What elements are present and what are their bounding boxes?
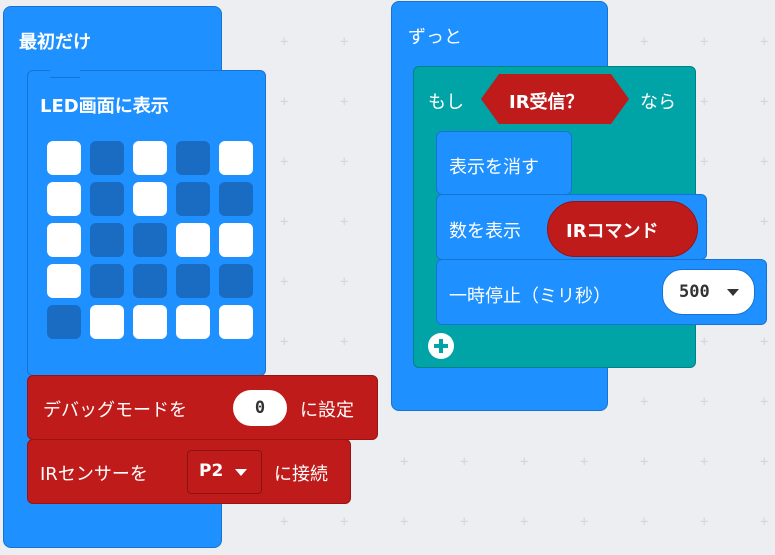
grid-mark: + xyxy=(340,334,349,350)
ir-pin-value: P2 xyxy=(199,461,224,481)
debug-mode-label-pre: デバッグモードを xyxy=(43,400,187,421)
grid-mark: + xyxy=(640,514,649,530)
pause-duration-dropdown[interactable]: 500 xyxy=(662,269,755,315)
grid-mark: + xyxy=(400,514,409,530)
led-cell[interactable] xyxy=(219,182,253,216)
grid-mark: + xyxy=(580,514,589,530)
led-cell[interactable] xyxy=(133,223,167,257)
grid-mark: + xyxy=(760,454,769,470)
grid-mark: + xyxy=(520,514,529,530)
led-cell[interactable] xyxy=(176,305,210,339)
ir-pin-dropdown[interactable]: P2 xyxy=(187,450,262,494)
show-leds-notch xyxy=(50,70,80,78)
grid-mark: + xyxy=(400,454,409,470)
grid-mark: + xyxy=(460,454,469,470)
then-label: なら xyxy=(640,92,676,113)
grid-mark: + xyxy=(340,514,349,530)
grid-mark: + xyxy=(760,514,769,530)
grid-mark: + xyxy=(340,94,349,110)
grid-mark: + xyxy=(700,94,709,110)
on-start-label: 最初だけ xyxy=(19,32,91,53)
led-cell[interactable] xyxy=(47,264,81,298)
grid-mark: + xyxy=(700,454,709,470)
grid-mark: + xyxy=(340,214,349,230)
grid-mark: + xyxy=(340,274,349,290)
grid-mark: + xyxy=(460,514,469,530)
grid-mark: + xyxy=(760,214,769,230)
led-cell[interactable] xyxy=(219,223,253,257)
led-cell[interactable] xyxy=(133,182,167,216)
grid-mark: + xyxy=(280,94,289,110)
grid-mark: + xyxy=(340,34,349,50)
grid-mark: + xyxy=(700,34,709,50)
grid-mark: + xyxy=(640,394,649,410)
led-cell[interactable] xyxy=(219,141,253,175)
show-leds-label: LED画面に表示 xyxy=(40,96,169,117)
led-cell[interactable] xyxy=(219,264,253,298)
grid-mark: + xyxy=(280,274,289,290)
led-cell[interactable] xyxy=(47,141,81,175)
led-cell[interactable] xyxy=(176,182,210,216)
grid-mark: + xyxy=(520,454,529,470)
blocks-workspace[interactable]: + + + + + + + + + + + + + + + + + + + + + + + + + + + + + + + + + + + + + + + +… xyxy=(0,0,775,555)
pause-value: 500 xyxy=(679,282,710,302)
led-cell[interactable] xyxy=(90,223,124,257)
debug-mode-input[interactable]: 0 xyxy=(233,390,287,426)
grid-mark: + xyxy=(760,94,769,110)
grid-mark: + xyxy=(700,514,709,530)
grid-mark: + xyxy=(760,394,769,410)
debug-mode-label-post: に設定 xyxy=(300,400,354,421)
led-cell[interactable] xyxy=(90,264,124,298)
pause-label: 一時停止（ミリ秒） xyxy=(449,286,611,307)
clear-screen-label: 表示を消す xyxy=(449,157,539,178)
led-cell[interactable] xyxy=(47,305,81,339)
ir-connect-label-pre: IRセンサーを xyxy=(40,464,148,485)
led-cell[interactable] xyxy=(47,223,81,257)
led-cell[interactable] xyxy=(90,305,124,339)
chevron-down-icon xyxy=(727,289,739,296)
grid-mark: + xyxy=(280,334,289,350)
led-cell[interactable] xyxy=(133,141,167,175)
led-cell[interactable] xyxy=(133,264,167,298)
debug-mode-value: 0 xyxy=(254,398,266,418)
led-cell[interactable] xyxy=(47,182,81,216)
grid-mark: + xyxy=(760,34,769,50)
ir-command-label: IRコマンド xyxy=(566,221,659,242)
grid-mark: + xyxy=(340,154,349,170)
grid-mark: + xyxy=(760,154,769,170)
if-label: もし xyxy=(428,92,464,113)
ir-connect-label-post: に接続 xyxy=(274,464,328,485)
grid-mark: + xyxy=(580,454,589,470)
grid-mark: + xyxy=(700,154,709,170)
led-cell[interactable] xyxy=(176,141,210,175)
grid-mark: + xyxy=(640,34,649,50)
led-cell[interactable] xyxy=(90,182,124,216)
grid-mark: + xyxy=(280,34,289,50)
ir-received-label: IR受信？ xyxy=(509,92,584,113)
led-cell[interactable] xyxy=(176,223,210,257)
led-cell[interactable] xyxy=(90,141,124,175)
led-cell[interactable] xyxy=(219,305,253,339)
led-cell[interactable] xyxy=(176,264,210,298)
grid-mark: + xyxy=(700,334,709,350)
grid-mark: + xyxy=(280,154,289,170)
add-else-icon[interactable] xyxy=(428,333,454,359)
forever-label: ずっと xyxy=(408,27,462,48)
chevron-down-icon xyxy=(235,469,247,476)
grid-mark: + xyxy=(700,394,709,410)
grid-mark: + xyxy=(280,514,289,530)
grid-mark: + xyxy=(640,454,649,470)
grid-mark: + xyxy=(760,334,769,350)
led-cell[interactable] xyxy=(133,305,167,339)
grid-mark: + xyxy=(280,214,289,230)
show-number-label: 数を表示 xyxy=(449,221,521,242)
